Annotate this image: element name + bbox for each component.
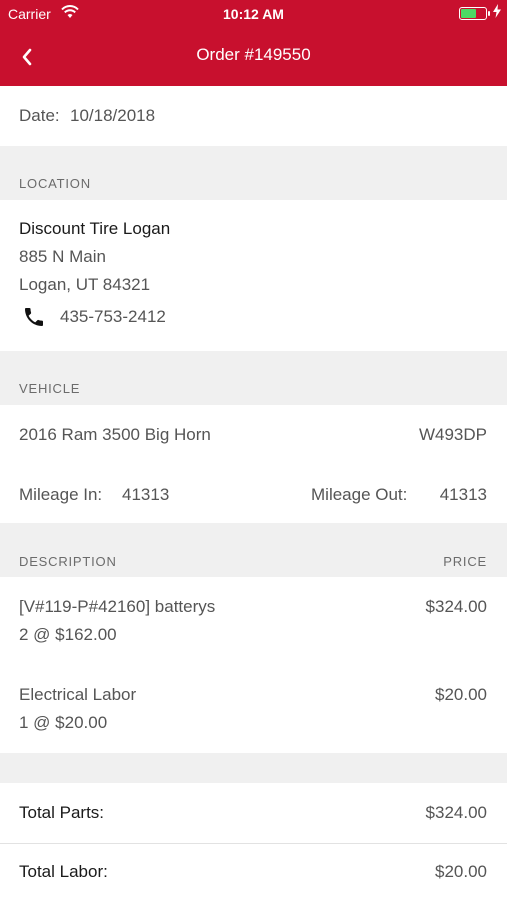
vehicle-model: 2016 Ram 3500 Big Horn xyxy=(19,425,211,444)
mileage-in-label: Mileage In: xyxy=(19,485,103,504)
line-item: Electrical Labor 1 @ $20.00 $20.00 xyxy=(0,665,507,753)
mileage-in-value: 41313 xyxy=(122,485,170,504)
location-header-label: LOCATION xyxy=(19,176,91,191)
location-block: Discount Tire Logan 885 N Main Logan, UT… xyxy=(0,200,507,351)
line-item: [V#119-P#42160] batterys 2 @ $162.00 $32… xyxy=(0,577,507,665)
vehicle-block: 2016 Ram 3500 Big Horn W493DP Mileage In… xyxy=(0,405,507,523)
mileage-out-value: 41313 xyxy=(439,485,487,504)
charging-bolt-icon xyxy=(493,4,501,21)
location-phone[interactable]: 435-753-2412 xyxy=(60,307,166,327)
clock: 10:12 AM xyxy=(223,6,284,22)
line-item-name: Electrical Labor xyxy=(19,685,137,704)
line-item-name: [V#119-P#42160] batterys xyxy=(19,597,216,616)
total-parts-row: Total Parts: $324.00 xyxy=(0,783,507,843)
total-parts-label: Total Parts: xyxy=(19,803,105,822)
header-bar: Carrier 10:12 AM Order #149550 xyxy=(0,0,507,86)
total-labor-row: Total Labor: $20.00 xyxy=(0,843,507,900)
location-section-header: LOCATION xyxy=(0,146,507,200)
page-title: Order #149550 xyxy=(196,45,311,64)
mileage-out-label: Mileage Out: xyxy=(311,485,408,504)
vehicle-section-header: VEHICLE xyxy=(0,351,507,405)
battery-icon xyxy=(459,7,490,20)
location-address-line1: 885 N Main xyxy=(19,247,106,266)
line-item-price: $20.00 xyxy=(435,685,487,704)
totals-section-header xyxy=(0,753,507,783)
line-item-quantity: 2 @ $162.00 xyxy=(19,625,117,644)
location-name: Discount Tire Logan xyxy=(19,219,171,238)
date-value: 10/18/2018 xyxy=(70,106,156,125)
total-labor-value: $20.00 xyxy=(435,862,487,881)
price-header-label: PRICE xyxy=(443,554,487,569)
vehicle-header-label: VEHICLE xyxy=(19,381,81,396)
location-address-line2: Logan, UT 84321 xyxy=(19,275,151,294)
description-section-header: DESCRIPTION PRICE xyxy=(0,523,507,577)
line-item-quantity: 1 @ $20.00 xyxy=(19,713,108,732)
vehicle-plate: W493DP xyxy=(418,425,487,444)
phone-icon[interactable] xyxy=(22,305,46,334)
status-bar: Carrier 10:12 AM xyxy=(0,0,507,28)
date-label: Date: xyxy=(19,106,60,125)
date-row: Date: 10/18/2018 xyxy=(0,86,507,146)
line-item-price: $324.00 xyxy=(425,597,487,616)
total-labor-label: Total Labor: xyxy=(19,862,108,881)
description-header-label: DESCRIPTION xyxy=(19,554,117,569)
total-parts-value: $324.00 xyxy=(425,803,487,822)
